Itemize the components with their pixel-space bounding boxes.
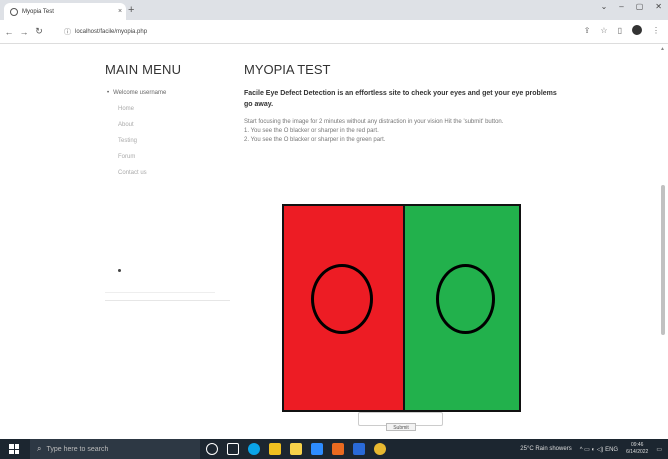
site-info-icon[interactable]: ⓘ <box>64 27 71 37</box>
red-panel <box>284 206 405 410</box>
weather-text[interactable]: 25°C Rain showers <box>520 446 571 452</box>
submit-button[interactable]: Submit <box>386 423 416 431</box>
clock[interactable]: 09:46 6/14/2022 <box>626 442 648 456</box>
sidebar: MAIN MENU • Welcome username Home About T… <box>105 62 230 301</box>
myopia-test-image <box>282 204 521 412</box>
scrollbar-thumb[interactable] <box>661 185 665 335</box>
window-controls: ⌄ – ▢ ✕ <box>601 2 662 11</box>
sidebar-item-contact[interactable]: Contact us <box>105 165 230 181</box>
reload-icon[interactable]: ↻ <box>33 26 45 37</box>
page-viewport: ▲ MAIN MENU • Welcome username Home About… <box>0 44 668 439</box>
url-bar[interactable]: ⓘ localhost/facile/myopia.php <box>60 24 580 40</box>
green-ring <box>436 264 495 334</box>
red-ring <box>311 264 373 334</box>
instruction-line: Start focusing the image for 2 minutes w… <box>244 119 504 125</box>
tab-title: Myopia Test <box>22 8 54 15</box>
minimize-icon[interactable]: – <box>619 2 623 11</box>
green-panel <box>405 206 519 410</box>
sidebar-dot <box>118 269 121 272</box>
tray-icons[interactable]: ^ ▭ ◐ ◁) ENG <box>580 446 618 453</box>
url-text[interactable]: localhost/facile/myopia.php <box>75 29 147 35</box>
vscode-icon[interactable] <box>353 443 365 455</box>
bullet-icon: • <box>107 90 110 96</box>
search-icon: ⌕ <box>37 444 42 453</box>
welcome-label: Welcome username <box>113 90 167 96</box>
intro-text: Facile Eye Defect Detection is an effort… <box>244 90 557 108</box>
page-title: MYOPIA TEST <box>244 62 331 77</box>
task-view-icon[interactable] <box>227 443 239 455</box>
close-window-icon[interactable]: ✕ <box>655 2 662 11</box>
menu-icon[interactable]: ⋮ <box>652 26 660 35</box>
office-icon[interactable] <box>332 443 344 455</box>
tab-search-icon[interactable]: ⌄ <box>601 2 608 11</box>
scrollbar[interactable] <box>660 50 666 435</box>
sidebar-item-about[interactable]: About <box>105 117 230 133</box>
pinned-apps <box>206 443 386 455</box>
file-explorer-icon[interactable] <box>269 443 281 455</box>
toolbar-actions: ⇪ ☆ ▯ ⋮ <box>584 25 660 35</box>
new-tab-icon[interactable]: + <box>128 4 140 16</box>
sidebar-item-welcome: • Welcome username <box>105 85 230 101</box>
address-toolbar: ← → ↻ ⓘ localhost/facile/myopia.php ⇪ ☆ … <box>0 20 668 44</box>
taskbar-search[interactable]: ⌕ Type here to search <box>30 439 200 459</box>
sidebar-divider <box>105 300 230 301</box>
share-icon[interactable]: ⇪ <box>584 26 591 35</box>
tab-close-icon[interactable]: × <box>114 8 126 15</box>
profile-avatar[interactable] <box>632 25 642 35</box>
reading-mode-icon[interactable]: ▯ <box>618 26 622 35</box>
main-menu: • Welcome username Home About Testing For… <box>105 85 230 181</box>
store-icon[interactable] <box>290 443 302 455</box>
windows-start-icon[interactable] <box>9 444 19 454</box>
sidebar-title: MAIN MENU <box>105 62 182 77</box>
maximize-icon[interactable]: ▢ <box>636 2 644 11</box>
sidebar-item-forum[interactable]: Forum <box>105 149 230 165</box>
submit-area: Submit <box>358 412 443 431</box>
mail-icon[interactable] <box>311 443 323 455</box>
bookmark-star-icon[interactable]: ☆ <box>600 26 607 35</box>
sidebar-divider <box>105 292 215 293</box>
notifications-icon[interactable]: ▭ <box>656 446 662 453</box>
back-icon[interactable]: ← <box>3 27 15 37</box>
sidebar-item-testing[interactable]: Testing <box>105 133 230 149</box>
forward-icon[interactable]: → <box>18 27 30 37</box>
sidebar-item-home[interactable]: Home <box>105 101 230 117</box>
browser-tab[interactable]: Myopia Test × <box>4 3 126 20</box>
date-text: 6/14/2022 <box>626 449 649 455</box>
system-tray: 25°C Rain showers ^ ▭ ◐ ◁) ENG 09:46 6/1… <box>520 442 662 456</box>
cortana-icon[interactable] <box>206 443 218 455</box>
chrome-icon[interactable] <box>374 443 386 455</box>
instruction-line: 2. You see the O blacker or sharper in t… <box>244 137 386 143</box>
windows-taskbar: ⌕ Type here to search 25°C Rain showers … <box>0 439 668 459</box>
main-content: MYOPIA TEST Facile Eye Defect Detection … <box>244 62 564 145</box>
instruction-line: 1. You see the O blacker or sharper in t… <box>244 128 379 134</box>
edge-icon[interactable] <box>248 443 260 455</box>
search-placeholder[interactable]: Type here to search <box>46 446 108 453</box>
time-text: 09:46 <box>630 442 644 448</box>
instructions: Start focusing the image for 2 minutes w… <box>244 118 564 145</box>
browser-tab-bar: Myopia Test × + ⌄ – ▢ ✕ <box>0 0 668 20</box>
site-favicon-icon <box>10 7 18 16</box>
